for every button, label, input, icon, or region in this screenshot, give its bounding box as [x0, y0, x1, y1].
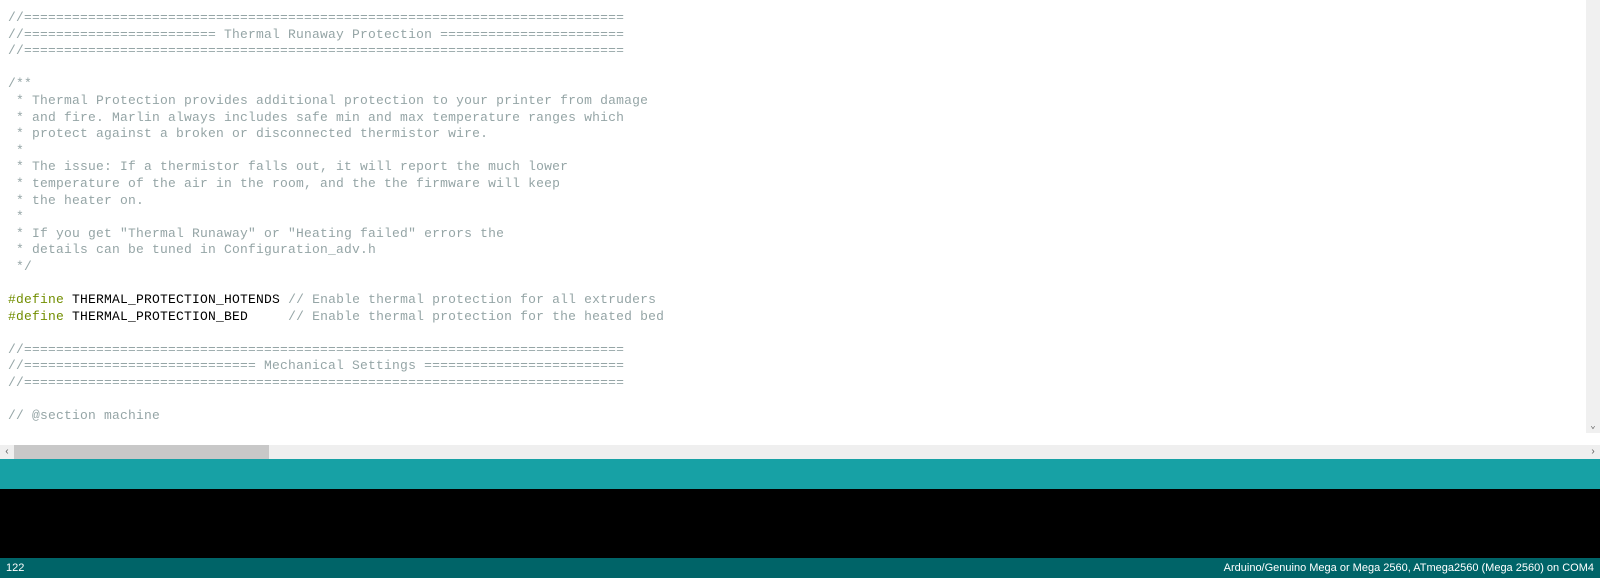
message-bar [0, 459, 1600, 489]
status-bar: 122 Arduino/Genuino Mega or Mega 2560, A… [0, 558, 1600, 578]
scroll-down-button[interactable]: ⌄ [1586, 419, 1600, 433]
horizontal-scrollbar[interactable]: ‹ › [0, 445, 1600, 459]
code-content[interactable]: //======================================… [0, 0, 1600, 435]
code-editor[interactable]: //======================================… [0, 0, 1600, 445]
scroll-right-button[interactable]: › [1586, 445, 1600, 459]
line-number-indicator: 122 [6, 562, 24, 574]
horizontal-scroll-thumb[interactable] [14, 445, 269, 459]
board-info: Arduino/Genuino Mega or Mega 2560, ATmeg… [1224, 562, 1594, 574]
horizontal-scroll-track[interactable] [14, 445, 1586, 459]
console-output[interactable] [0, 489, 1600, 558]
vertical-scrollbar[interactable]: ⌄ [1586, 0, 1600, 433]
scroll-left-button[interactable]: ‹ [0, 445, 14, 459]
